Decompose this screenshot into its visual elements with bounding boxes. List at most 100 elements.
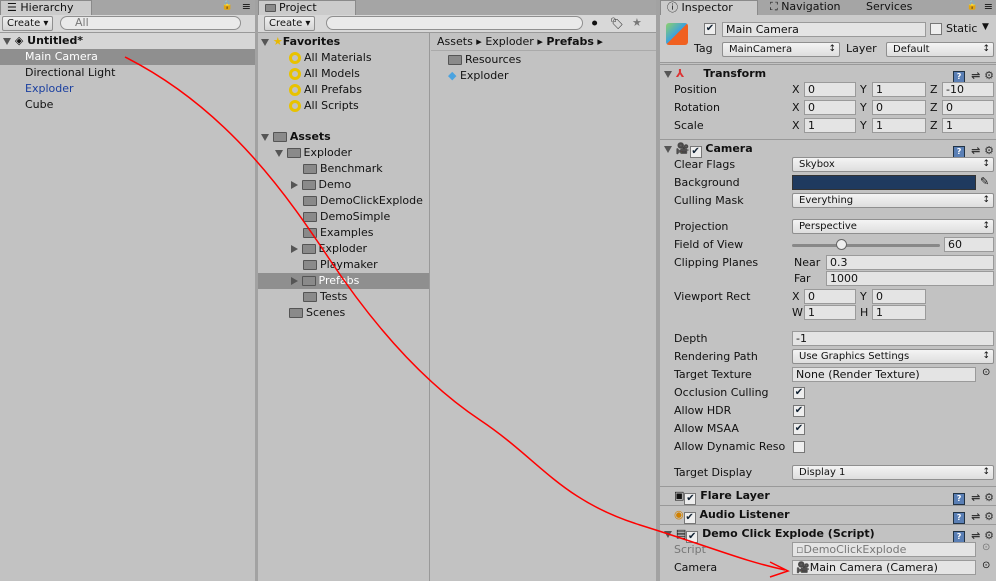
search-input[interactable] bbox=[326, 16, 583, 30]
fov-slider[interactable] bbox=[792, 239, 940, 250]
projection-dropdown[interactable]: Perspective bbox=[792, 219, 994, 234]
background-color-field[interactable] bbox=[792, 175, 976, 190]
gear-icon[interactable]: ⚙ bbox=[984, 69, 994, 82]
fold-icon[interactable] bbox=[664, 145, 672, 153]
lock-icon[interactable]: 🔒 bbox=[222, 1, 233, 11]
audio-listener-header[interactable]: ◉ ✔ Audio Listener? ⇌ ⚙ bbox=[660, 505, 996, 524]
rendering-path-dropdown[interactable]: Use Graphics Settings bbox=[792, 349, 994, 364]
tab-hierarchy[interactable]: ☰ Hierarchy bbox=[0, 0, 92, 15]
object-picker-icon[interactable]: ⊙ bbox=[982, 367, 990, 378]
fold-icon[interactable] bbox=[664, 70, 672, 78]
preset-icon[interactable]: ⇌ bbox=[971, 144, 980, 157]
preset-icon[interactable]: ⇌ bbox=[971, 69, 980, 82]
preset-icon[interactable]: ⇌ bbox=[971, 529, 980, 542]
target-display-dropdown[interactable]: Display 1 bbox=[792, 465, 994, 480]
expand-icon[interactable] bbox=[291, 277, 298, 285]
breadcrumb-item[interactable]: Assets bbox=[437, 35, 473, 48]
favorite-item[interactable]: All Models bbox=[258, 66, 429, 82]
search-input[interactable]: All bbox=[60, 16, 241, 30]
preset-icon[interactable]: ⇌ bbox=[971, 510, 980, 523]
assets-row[interactable]: Assets bbox=[258, 129, 429, 145]
menu-icon[interactable]: ≡ bbox=[242, 0, 251, 13]
help-icon[interactable]: ? bbox=[953, 493, 966, 505]
hierarchy-item[interactable]: Exploder bbox=[0, 81, 255, 97]
breadcrumb-item[interactable]: Exploder bbox=[485, 35, 534, 48]
create-button[interactable]: Create ▾ bbox=[264, 16, 316, 31]
x-field[interactable]: 0 bbox=[804, 82, 856, 97]
tree-item[interactable]: Playmaker bbox=[258, 257, 429, 273]
fold-icon[interactable] bbox=[3, 37, 11, 45]
tab-services[interactable]: Services bbox=[860, 0, 918, 15]
hdr-checkbox[interactable]: ✔ bbox=[793, 405, 805, 417]
expand-icon[interactable] bbox=[291, 181, 298, 189]
gear-icon[interactable]: ⚙ bbox=[984, 529, 994, 542]
menu-icon[interactable]: ≡ bbox=[984, 0, 993, 13]
y-field[interactable]: 1 bbox=[872, 118, 926, 133]
tree-item[interactable]: DemoSimple bbox=[258, 209, 429, 225]
enabled-checkbox[interactable]: ✔ bbox=[683, 512, 696, 524]
fov-field[interactable]: 60 bbox=[944, 237, 994, 252]
static-checkbox[interactable] bbox=[930, 23, 942, 35]
filter-label-icon[interactable]: 🏷 bbox=[610, 17, 624, 30]
name-field[interactable]: Main Camera bbox=[722, 22, 926, 37]
far-field[interactable]: 1000 bbox=[826, 271, 994, 286]
dynamic-resolution-checkbox[interactable] bbox=[793, 441, 805, 453]
lock-icon[interactable]: 🔒 bbox=[967, 1, 978, 11]
clear-flags-dropdown[interactable]: Skybox bbox=[792, 157, 994, 172]
culling-mask-dropdown[interactable]: Everything bbox=[792, 193, 994, 208]
tree-item[interactable]: Exploder bbox=[258, 145, 429, 161]
active-checkbox[interactable]: ✔ bbox=[704, 23, 716, 35]
tree-item[interactable]: DemoClickExplode bbox=[258, 193, 429, 209]
favorite-item[interactable]: All Materials bbox=[258, 50, 429, 66]
hierarchy-item[interactable]: Directional Light bbox=[0, 65, 255, 81]
x-field[interactable]: 0 bbox=[804, 100, 856, 115]
tab-project[interactable]: Project bbox=[258, 0, 356, 15]
gear-icon[interactable]: ⚙ bbox=[984, 510, 994, 523]
near-field[interactable]: 0.3 bbox=[826, 255, 994, 270]
hierarchy-item[interactable]: Main Camera bbox=[0, 49, 255, 65]
fold-icon[interactable] bbox=[261, 38, 269, 46]
file-item[interactable]: Resources bbox=[448, 52, 656, 68]
target-texture-field[interactable]: None (Render Texture) bbox=[792, 367, 976, 382]
tag-dropdown[interactable]: MainCamera bbox=[722, 42, 840, 57]
z-field[interactable]: -10 bbox=[942, 82, 994, 97]
expand-icon[interactable] bbox=[291, 245, 298, 253]
create-button[interactable]: Create ▾ bbox=[2, 16, 54, 31]
tree-item[interactable]: Exploder bbox=[258, 241, 429, 257]
tab-navigation[interactable]: ⛶ Navigation bbox=[764, 0, 847, 15]
x-field[interactable]: 1 bbox=[804, 118, 856, 133]
object-picker-icon[interactable]: ⊙ bbox=[982, 560, 990, 571]
breadcrumb-item[interactable]: Prefabs bbox=[546, 35, 594, 48]
viewport-w-field[interactable]: 1 bbox=[804, 305, 856, 320]
tab-inspector[interactable]: ⓘ Inspector bbox=[660, 0, 758, 15]
tree-item[interactable]: Scenes bbox=[258, 305, 429, 321]
tree-item[interactable]: Benchmark bbox=[258, 161, 429, 177]
viewport-h-field[interactable]: 1 bbox=[872, 305, 926, 320]
tree-item[interactable]: Tests bbox=[258, 289, 429, 305]
favorite-item[interactable]: All Scripts bbox=[258, 98, 429, 114]
eyedropper-icon[interactable]: ✎ bbox=[980, 175, 989, 188]
camera-field[interactable]: 🎥Main Camera (Camera) bbox=[792, 560, 976, 575]
viewport-y-field[interactable]: 0 bbox=[872, 289, 926, 304]
z-field[interactable]: 1 bbox=[942, 118, 994, 133]
camera-header[interactable]: 🎥 ✔ Camera? ⇌ ⚙ bbox=[660, 139, 996, 158]
help-icon[interactable]: ? bbox=[953, 512, 966, 524]
depth-field[interactable]: -1 bbox=[792, 331, 994, 346]
enabled-checkbox[interactable]: ✔ bbox=[684, 493, 697, 505]
script-header[interactable]: ▤ ✔ Demo Click Explode (Script)? ⇌ ⚙ bbox=[660, 524, 996, 543]
gear-icon[interactable]: ⚙ bbox=[984, 144, 994, 157]
msaa-checkbox[interactable]: ✔ bbox=[793, 423, 805, 435]
scene-row[interactable]: ◈ Untitled* bbox=[0, 33, 255, 49]
z-field[interactable]: 0 bbox=[942, 100, 994, 115]
y-field[interactable]: 0 bbox=[872, 100, 926, 115]
hierarchy-item[interactable]: Cube bbox=[0, 97, 255, 113]
tree-item[interactable]: Prefabs bbox=[258, 273, 429, 289]
fold-icon[interactable] bbox=[261, 133, 269, 141]
fold-icon[interactable] bbox=[275, 149, 283, 157]
y-field[interactable]: 1 bbox=[872, 82, 926, 97]
occlusion-checkbox[interactable]: ✔ bbox=[793, 387, 805, 399]
slider-thumb[interactable] bbox=[835, 239, 847, 250]
tree-item[interactable]: Demo bbox=[258, 177, 429, 193]
gear-icon[interactable]: ⚙ bbox=[984, 491, 994, 504]
preset-icon[interactable]: ⇌ bbox=[971, 491, 980, 504]
